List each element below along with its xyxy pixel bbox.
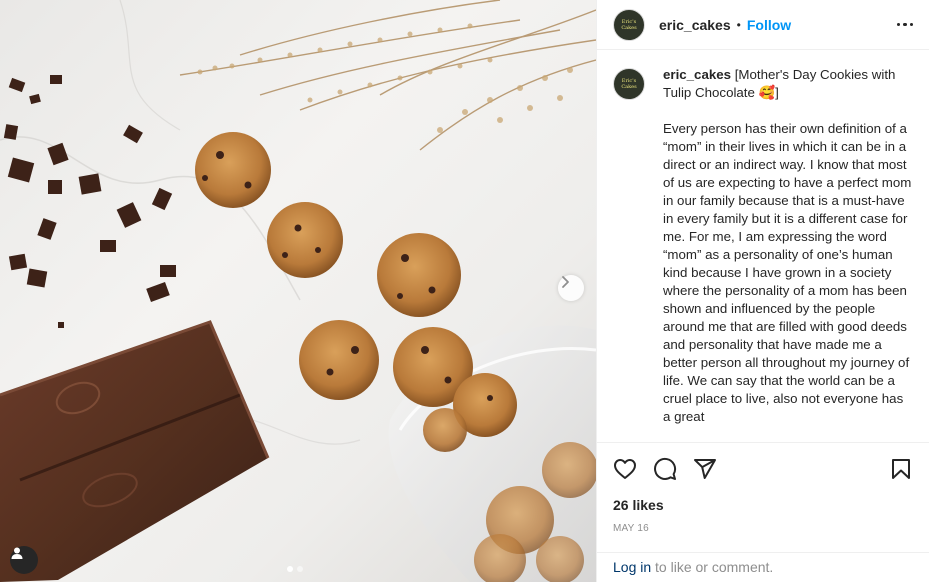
post-actions: 26 likes MAY 16 xyxy=(597,442,929,552)
post-header: Eric's Cakes eric_cakes • Follow xyxy=(597,0,929,50)
comments-area[interactable]: Eric's Cakes eric_cakes [Mother's Day Co… xyxy=(597,50,929,442)
user-tag-icon xyxy=(11,547,23,559)
avatar[interactable]: Eric's Cakes xyxy=(613,8,645,41)
heart-icon[interactable] xyxy=(613,457,637,481)
user-tag-button[interactable] xyxy=(10,546,38,574)
post-sidebar: Eric's Cakes eric_cakes • Follow Eric's … xyxy=(596,0,929,582)
next-photo-button[interactable] xyxy=(558,275,584,301)
post-modal: Eric's Cakes eric_cakes • Follow Eric's … xyxy=(0,0,929,582)
caption: Eric's Cakes eric_cakes [Mother's Day Co… xyxy=(613,66,913,102)
chocolate-chunks xyxy=(3,75,176,328)
login-link[interactable]: Log in xyxy=(613,559,651,575)
carousel-dot xyxy=(297,566,303,572)
more-options-icon xyxy=(896,22,900,27)
caption-header: eric_cakes [Mother's Day Cookies with Tu… xyxy=(663,66,913,102)
comment-icon[interactable] xyxy=(653,457,677,481)
username-link[interactable]: eric_cakes xyxy=(659,17,731,33)
chocolate-bar xyxy=(0,320,270,582)
post-photo[interactable] xyxy=(0,0,596,582)
caption-username[interactable]: eric_cakes xyxy=(663,67,731,82)
carousel-dot-active xyxy=(287,566,293,572)
login-prompt-text: to like or comment. xyxy=(651,559,774,575)
caption-text: Every person has their own definition of… xyxy=(663,121,912,424)
more-options-button[interactable] xyxy=(896,17,913,33)
bookmark-icon[interactable] xyxy=(889,457,913,481)
login-prompt: Log in to like or comment. xyxy=(597,552,929,582)
follow-button[interactable]: Follow xyxy=(747,17,791,33)
likes-count[interactable]: 26 likes xyxy=(613,497,913,513)
dried-flowers xyxy=(179,0,596,151)
post-date[interactable]: MAY 16 xyxy=(613,523,913,534)
caption-avatar[interactable]: Eric's Cakes xyxy=(613,68,645,100)
avatar-logo: Eric's Cakes xyxy=(621,18,637,31)
share-icon[interactable] xyxy=(693,457,717,481)
carousel-indicator xyxy=(287,566,303,572)
chevron-right-icon xyxy=(562,276,569,288)
separator-dot: • xyxy=(736,17,741,32)
photo-illustration xyxy=(0,0,596,582)
